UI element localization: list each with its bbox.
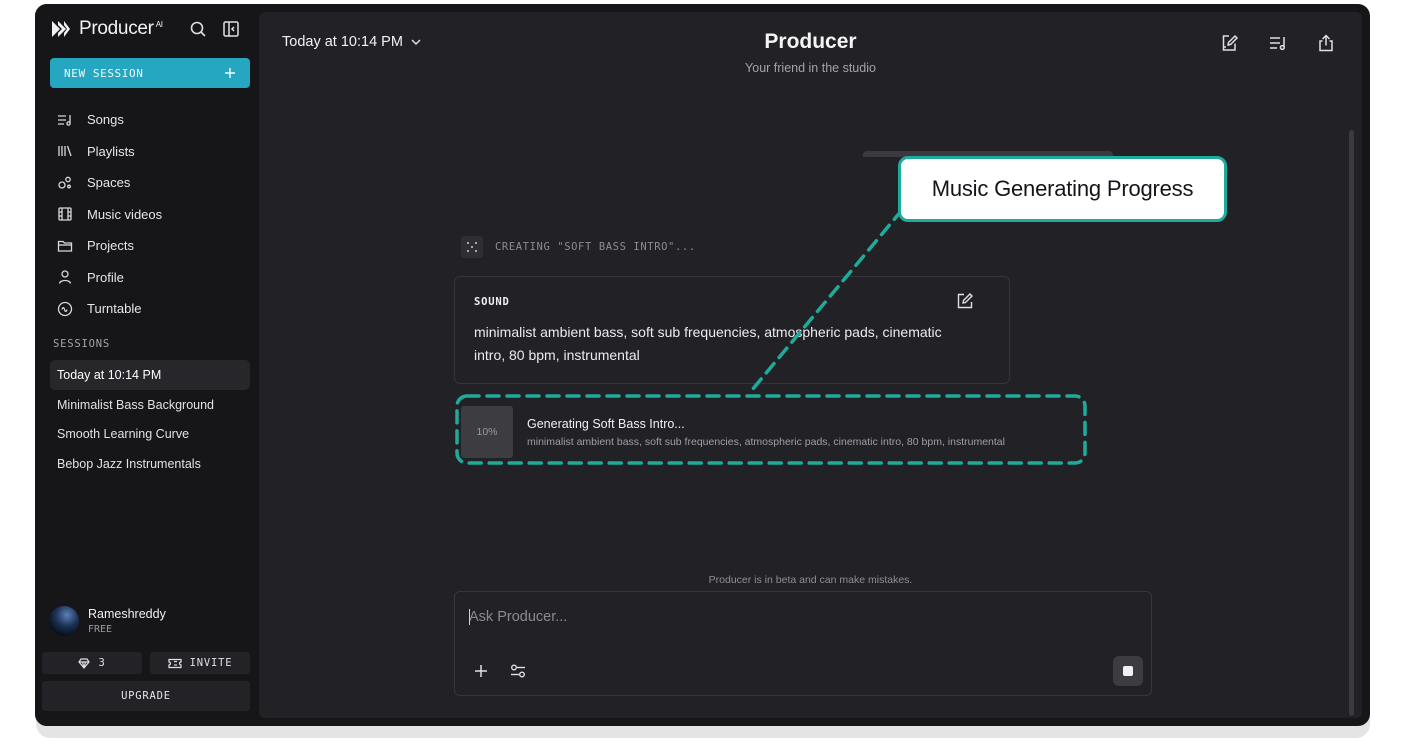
session-item[interactable]: Smooth Learning Curve (50, 419, 250, 449)
sidebar-item-turntable[interactable]: Turntable (51, 293, 249, 325)
search-icon[interactable] (189, 20, 207, 38)
generating-track[interactable]: 10% Generating Soft Bass Intro... minima… (461, 406, 1061, 458)
spaces-icon (58, 176, 71, 189)
user-plan: FREE (88, 624, 113, 635)
credits-button[interactable]: 3 (42, 652, 142, 674)
track-progress-thumbnail: 10% (461, 406, 513, 458)
sidebar: Producer AI NEW SESSION Songs Playlists S… (35, 4, 259, 726)
add-attachment-icon[interactable] (472, 662, 490, 680)
new-session-button[interactable]: NEW SESSION (50, 58, 250, 88)
avatar (49, 606, 79, 636)
user-icon (58, 270, 72, 285)
main-panel: Today at 10:14 PM Producer Your friend i… (259, 12, 1362, 718)
brand-ai-badge: AI (155, 19, 163, 29)
upgrade-button[interactable]: UPGRADE (42, 681, 250, 711)
sidebar-nav: Songs Playlists Spaces Music videos Proj… (51, 104, 249, 325)
ticket-icon (168, 658, 182, 668)
queue-icon[interactable] (1268, 33, 1288, 53)
sidebar-item-label: Spaces (87, 175, 131, 191)
ask-producer-input[interactable] (469, 606, 1109, 628)
playlists-icon (58, 146, 72, 157)
turntable-icon (57, 301, 73, 316)
sidebar-item-label: Playlists (87, 143, 135, 159)
composer (454, 591, 1152, 696)
page-subtitle: Your friend in the studio (745, 61, 876, 75)
producer-logo-icon (52, 21, 70, 37)
sidebar-item-label: Songs (87, 112, 124, 128)
invite-label: INVITE (189, 657, 233, 669)
share-icon[interactable] (1316, 33, 1336, 53)
brand-name: Producer (79, 18, 154, 39)
annotation-label: Music Generating Progress (931, 176, 1194, 201)
songs-icon (58, 114, 71, 126)
invite-button[interactable]: INVITE (150, 652, 250, 674)
track-title: Generating Soft Bass Intro... (527, 416, 685, 431)
sidebar-item-spaces[interactable]: Spaces (51, 167, 249, 199)
new-note-icon[interactable] (1220, 33, 1240, 53)
session-item[interactable]: Today at 10:14 PM (50, 360, 250, 390)
sidebar-item-playlists[interactable]: Playlists (51, 136, 249, 168)
user-name: Rameshreddy (88, 607, 166, 621)
sessions-heading: SESSIONS (53, 338, 110, 350)
folder-icon (57, 240, 73, 252)
track-description: minimalist ambient bass, soft sub freque… (527, 435, 1005, 448)
credits-count: 3 (98, 657, 106, 669)
annotation-callout: Music Generating Progress (898, 156, 1227, 222)
creating-text: CREATING "SOFT BASS INTRO"... (495, 241, 696, 253)
collapse-sidebar-icon[interactable] (222, 20, 240, 38)
brand[interactable]: Producer AI (51, 18, 163, 40)
page-title: Producer (764, 30, 857, 53)
sidebar-item-music-videos[interactable]: Music videos (51, 199, 249, 231)
session-item[interactable]: Bebop Jazz Instrumentals (50, 449, 250, 479)
sidebar-item-projects[interactable]: Projects (51, 230, 249, 262)
text-caret (469, 609, 470, 625)
film-icon (58, 207, 72, 221)
new-session-label: NEW SESSION (64, 66, 144, 80)
loading-spinner-icon (461, 236, 483, 258)
sidebar-item-label: Turntable (87, 301, 142, 317)
sidebar-item-songs[interactable]: Songs (51, 104, 249, 136)
session-item[interactable]: Minimalist Bass Background (50, 390, 250, 420)
sound-label: SOUND (474, 296, 510, 308)
sound-prompt-text: minimalist ambient bass, soft sub freque… (474, 324, 942, 363)
sound-card: SOUND minimalist ambient bass, soft sub … (454, 276, 1010, 384)
stop-generation-button[interactable] (1113, 656, 1143, 686)
diamond-icon (78, 657, 91, 669)
settings-sliders-icon[interactable] (509, 662, 527, 680)
beta-notice: Producer is in beta and can make mistake… (708, 574, 913, 586)
scrollbar[interactable] (1349, 130, 1354, 716)
plus-icon (225, 68, 235, 78)
app-window: Producer AI NEW SESSION Songs Playlists S… (35, 4, 1370, 726)
user-profile[interactable]: Rameshreddy FREE (49, 606, 166, 636)
creating-status: CREATING "SOFT BASS INTRO"... (461, 236, 696, 258)
sidebar-item-profile[interactable]: Profile (51, 262, 249, 294)
stop-icon (1123, 666, 1133, 676)
sidebar-item-label: Projects (87, 238, 134, 254)
sidebar-item-label: Music videos (87, 206, 163, 222)
edit-icon[interactable] (956, 292, 974, 310)
sessions-list: Today at 10:14 PM Minimalist Bass Backgr… (50, 360, 250, 479)
sidebar-item-label: Profile (87, 269, 124, 285)
